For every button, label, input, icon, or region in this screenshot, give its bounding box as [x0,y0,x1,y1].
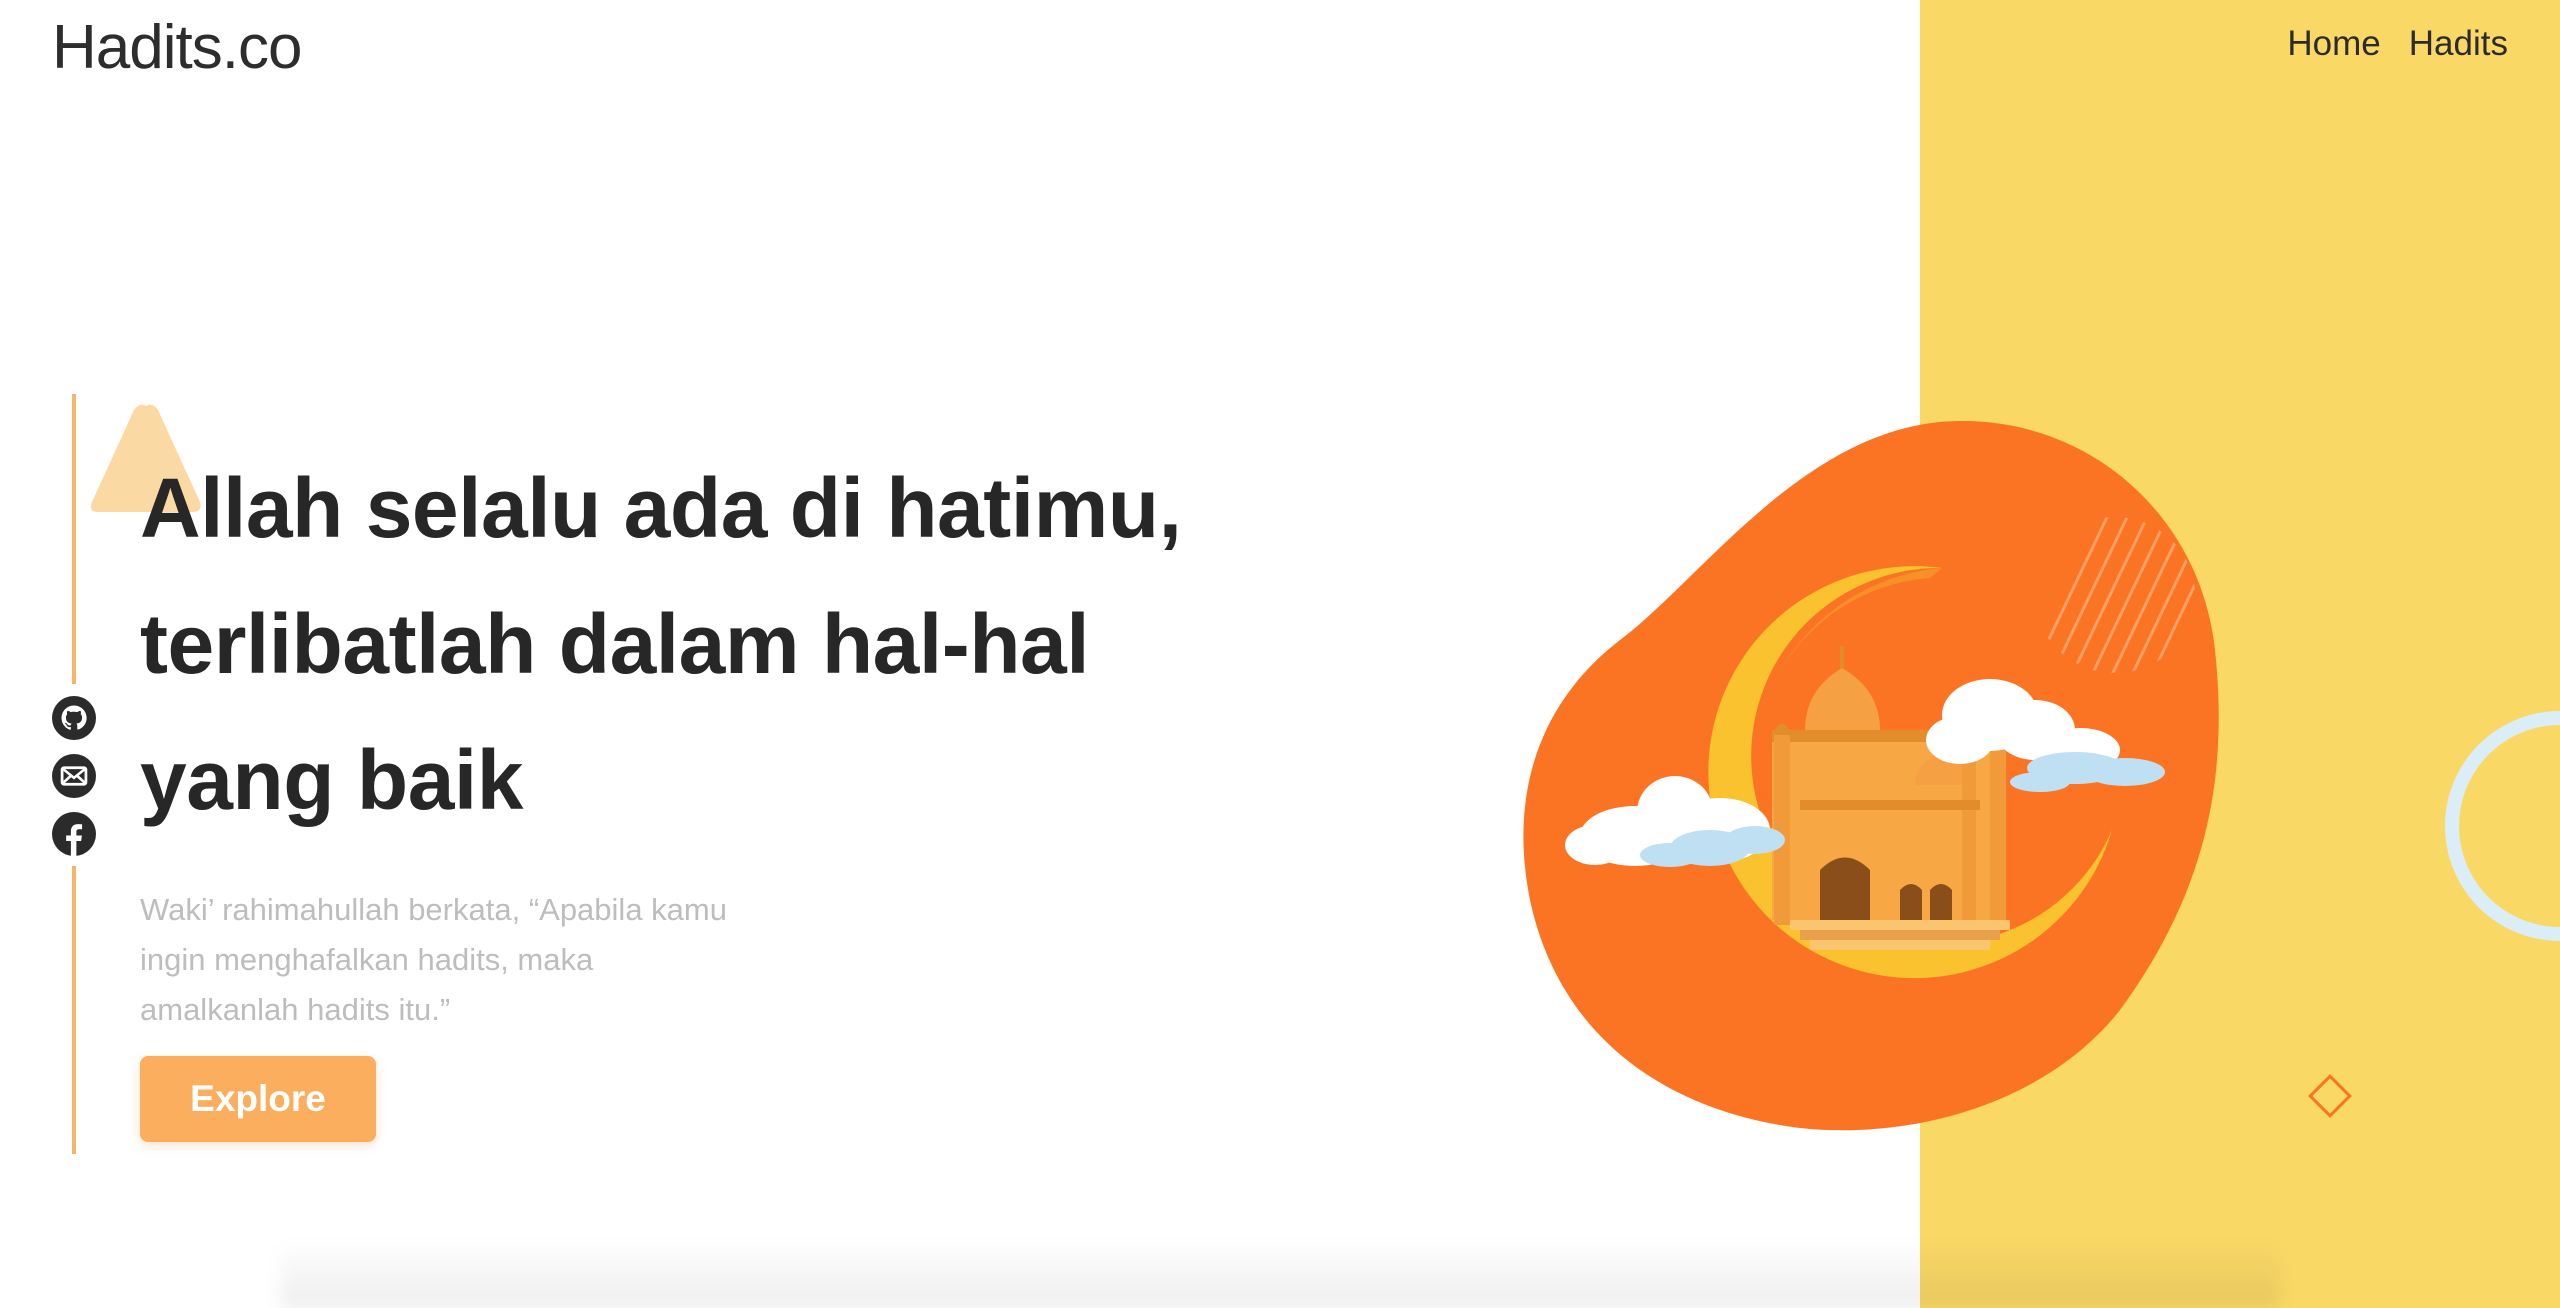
site-logo[interactable]: Hadits.co [52,12,302,83]
side-line-bottom [72,866,76,1154]
hero-headline: Allah selalu ada di hatimu, terlibatlah … [140,440,1340,848]
section-bottom-shadow [280,1240,2280,1308]
nav-link-home[interactable]: Home [2287,24,2380,64]
social-links [52,696,96,856]
headline-line: yang baik [140,733,523,827]
mail-icon[interactable] [52,754,96,798]
mosque-crescent-illustration [1523,421,2219,1131]
explore-button[interactable]: Explore [140,1056,376,1142]
decorative-ring-shape [2445,711,2560,941]
facebook-icon[interactable] [52,812,96,856]
side-line-top [72,394,76,684]
decorative-diamond-shape [2308,1074,2352,1118]
quote-line: amalkanlah hadits itu.” [140,992,451,1027]
hero-quote: Waki’ rahimahullah berkata, “Apabila kam… [140,885,760,1035]
github-icon[interactable] [52,696,96,740]
main-nav: Home Hadits [2287,24,2508,64]
headline-line: terlibatlah dalam hal-hal [140,597,1090,691]
quote-line: Waki’ rahimahullah berkata, “Apabila kam… [140,892,727,927]
quote-line: ingin menghafalkan hadits, maka [140,942,594,977]
headline-line: Allah selalu ada di hatimu, [140,461,1182,555]
nav-link-hadits[interactable]: Hadits [2409,24,2508,64]
